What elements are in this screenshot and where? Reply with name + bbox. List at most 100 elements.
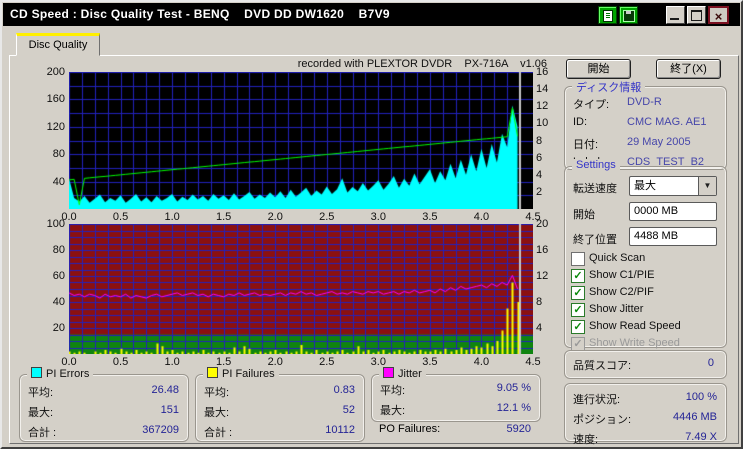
y-axis-left-tick: 100 xyxy=(46,218,65,230)
x-axis-tick: 0.5 xyxy=(112,356,129,368)
stat-row: 平均: 9.05 % xyxy=(372,379,540,399)
stat-row: 最大: 151 xyxy=(20,401,188,421)
y-axis-left-tick: 200 xyxy=(46,66,65,78)
row-value: CMC MAG. AE1 xyxy=(627,116,707,128)
x-axis-tick: 3.5 xyxy=(422,211,438,223)
quality-score-box: 品質スコア: 0 xyxy=(564,350,727,379)
y-axis-right-tick: 12 xyxy=(536,270,549,282)
checkbox[interactable]: ✓ xyxy=(571,303,585,317)
row-label: 最大: xyxy=(204,407,230,419)
checkbox-label: Show Read Speed xyxy=(589,320,681,332)
row-label: 最大: xyxy=(28,407,54,419)
progress-box: 進行状況: 100 % ポジション: 4446 MB 速度: 7.49 X xyxy=(564,383,727,446)
y-axis-right-tick: 16 xyxy=(536,244,549,256)
stat-row: 日付: 29 May 2005 xyxy=(565,133,726,153)
start-button[interactable]: 開始 xyxy=(566,59,631,79)
row-label: 合計 : xyxy=(204,427,233,439)
x-axis-tick: 1.0 xyxy=(164,211,180,223)
row-label: 平均: xyxy=(28,387,54,399)
row-label: 最大: xyxy=(380,405,406,417)
quality-score-label: 品質スコア: xyxy=(573,360,632,372)
row-label: 合計 : xyxy=(28,427,57,439)
y-axis-left-tick: 40 xyxy=(52,296,65,308)
y-axis-left-tick: 80 xyxy=(52,148,65,161)
y-axis-right-tick: 12 xyxy=(536,100,549,113)
stat-row: 合計 : 10112 xyxy=(196,421,364,441)
row-label: 進行状況: xyxy=(573,394,621,406)
pi-errors-rows: 平均: 26.48 最大: 151 合計 : 367209 xyxy=(20,381,188,441)
y-axis-left-tick: 160 xyxy=(46,93,65,106)
po-failures-label: PO Failures: xyxy=(379,423,441,435)
checkbox[interactable]: ✓ xyxy=(571,269,585,283)
row-value: DVD-R xyxy=(627,96,662,108)
row-label: ID: xyxy=(573,116,588,128)
minimize-button[interactable] xyxy=(666,6,685,24)
checkbox[interactable]: ✓ xyxy=(571,286,585,300)
row-value: 100 % xyxy=(685,391,717,403)
start-position-input[interactable]: 0000 MB xyxy=(629,202,717,221)
recorded-with-label: recorded with PLEXTOR DVDR PX-716A v1.06 xyxy=(297,58,547,70)
checkbox-label: Quick Scan xyxy=(589,252,646,264)
checkbox-label: Show C1/PIE xyxy=(589,269,655,281)
stat-row: 最大: 52 xyxy=(196,401,364,421)
x-axis-tick: 0.5 xyxy=(112,211,129,223)
jitter-rows: 平均: 9.05 % 最大: 12.1 % xyxy=(372,379,540,419)
checkbox-row-quick-scan: Quick Scan xyxy=(569,251,722,267)
progress-rows: 進行状況: 100 % ポジション: 4446 MB 速度: 7.49 X xyxy=(565,388,726,447)
row-value: 12.1 % xyxy=(496,402,531,414)
disc-info-box: ディスク情報 タイプ: DVD-R ID: CMC MAG. AE1 日付: 29 May… xyxy=(564,79,727,170)
close-icon: × xyxy=(714,9,723,24)
jitter-stats-box: Jitter 平均: 9.05 % 最大: 12.1 % xyxy=(371,367,541,422)
save-icon[interactable] xyxy=(619,6,638,24)
floppy-icon xyxy=(623,10,635,22)
titlebar[interactable]: CD Speed : Disc Quality Test - BENQ DVD … xyxy=(3,3,740,26)
pi-errors-legend: PI Errors xyxy=(27,367,94,380)
y-axis-right-tick: 8 xyxy=(536,134,543,147)
x-axis-tick: 3.0 xyxy=(370,211,386,223)
y-axis-left-tick: 40 xyxy=(52,175,65,188)
stat-row: 進行状況: 100 % xyxy=(565,388,726,408)
row-value: 151 xyxy=(160,404,179,416)
tab-disc-quality[interactable]: Disc Quality xyxy=(16,33,100,56)
x-axis-tick: 1.0 xyxy=(164,356,180,368)
po-failures-value: 5920 xyxy=(506,423,531,435)
row-value: 4446 MB xyxy=(672,411,717,423)
po-failures-row: PO Failures: 5920 xyxy=(379,423,532,439)
y-axis-left-tick: 80 xyxy=(52,244,65,256)
checkbox-list: Quick Scan ✓ Show C1/PIE ✓ Show C2/PIF ✓ Show … xyxy=(569,251,722,353)
close-button[interactable]: × xyxy=(708,6,729,24)
cd-speed-window: CD Speed : Disc Quality Test - BENQ DVD … xyxy=(0,0,743,449)
y-axis-left-tick: 60 xyxy=(52,270,65,282)
maximize-button[interactable] xyxy=(687,6,706,24)
x-axis-tick: 1.5 xyxy=(216,211,232,223)
y-axis-right-tick: 10 xyxy=(536,117,549,130)
y-axis-right-tick: 6 xyxy=(536,151,543,164)
stat-row: ID: CMC MAG. AE1 xyxy=(565,113,726,133)
y-axis-left-tick: 20 xyxy=(52,322,65,334)
checkbox-row-show-jitter: ✓ Show Jitter xyxy=(569,302,722,318)
pi-errors-read-speed-chart xyxy=(69,72,533,209)
row-label: 平均: xyxy=(380,385,406,397)
end-position-input[interactable]: 4488 MB xyxy=(629,227,717,246)
checkbox[interactable]: ✓ xyxy=(571,320,585,334)
exit-button[interactable]: 終了(X) xyxy=(656,59,721,79)
jitter-swatch xyxy=(383,367,394,378)
y-axis-right-tick: 4 xyxy=(536,322,543,334)
start-position-label: 開始 xyxy=(573,209,595,221)
checkbox[interactable] xyxy=(571,252,585,266)
settings-title: Settings xyxy=(572,159,620,171)
row-value: 7.49 X xyxy=(685,431,717,443)
y-axis-right-tick: 2 xyxy=(536,185,543,198)
y-axis-right-tick: 20 xyxy=(536,218,549,230)
chevron-down-icon[interactable]: ▼ xyxy=(698,177,716,195)
pi-failures-rows: 平均: 0.83 最大: 52 合計 : 10112 xyxy=(196,381,364,441)
x-axis-tick: 4.0 xyxy=(473,211,490,223)
stat-row: 平均: 0.83 xyxy=(196,381,364,401)
row-label: 速度: xyxy=(573,434,599,446)
x-axis-tick: 2.0 xyxy=(267,211,283,223)
speed-select[interactable]: 最大 ▼ xyxy=(629,176,717,196)
copy-icon[interactable] xyxy=(598,6,617,24)
quality-score-value: 0 xyxy=(707,357,714,369)
row-value: 10112 xyxy=(325,424,355,436)
end-position-label: 終了位置 xyxy=(573,234,617,246)
